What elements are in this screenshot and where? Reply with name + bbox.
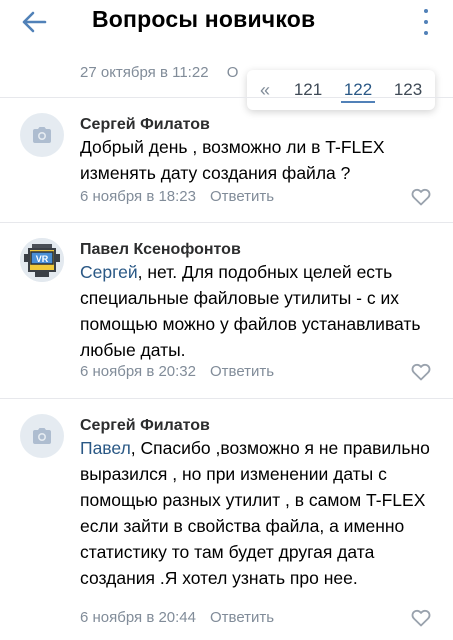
reply-button[interactable]: Ответить	[210, 363, 274, 380]
more-dot-icon	[424, 31, 428, 35]
camera-icon	[33, 127, 51, 143]
comment-text: Добрый день , возможно ли в T-FLEX измен…	[80, 134, 440, 186]
comment-item: Сергей Филатов Добрый день , возможно ли…	[0, 98, 453, 222]
comment-body: Добрый день , возможно ли в T-FLEX измен…	[80, 137, 385, 183]
back-button[interactable]	[18, 8, 50, 36]
comment-date: 27 октября в 11:22	[80, 64, 209, 81]
comment-item: VR Павел Ксенофонтов Сергей, нет. Для по…	[0, 223, 453, 398]
page-title: Вопросы новичков	[92, 6, 316, 32]
heart-icon[interactable]	[411, 609, 431, 627]
comment-author[interactable]: Сергей Филатов	[80, 116, 210, 134]
reply-button[interactable]: Ответить	[210, 188, 274, 205]
comment-meta: 6 ноября в 20:32 Ответить	[80, 363, 274, 380]
top-bar: Вопросы новичков	[0, 0, 453, 44]
comment-item: Сергей Филатов Павел, Спасибо ,возможно …	[0, 399, 453, 640]
camera-icon	[33, 428, 51, 444]
more-dot-icon	[424, 9, 428, 13]
reply-button[interactable]: Ответить	[210, 609, 274, 626]
avatar[interactable]: VR	[20, 238, 64, 282]
reply-button[interactable]: О	[227, 64, 239, 81]
comment-date: 6 ноября в 20:32	[80, 363, 196, 380]
comment-body: , Спасибо ,возможно я не правильно выраз…	[80, 438, 430, 588]
comment-author[interactable]: Сергей Филатов	[80, 417, 210, 435]
more-dot-icon	[424, 20, 428, 24]
comment-author[interactable]: Павел Ксенофонтов	[80, 241, 241, 259]
heart-icon[interactable]	[411, 363, 431, 381]
vr-robot-avatar-icon: VR	[20, 238, 64, 282]
mention-link[interactable]: Павел	[80, 438, 131, 458]
more-menu-button[interactable]	[421, 9, 431, 35]
heart-icon[interactable]	[411, 188, 431, 206]
avatar[interactable]	[20, 113, 64, 157]
arrow-left-icon	[22, 11, 47, 33]
comment-meta: 6 ноября в 18:23 Ответить	[80, 188, 274, 205]
comment-meta: 6 ноября в 20:44 Ответить	[80, 609, 274, 626]
comment-meta: 27 октября в 11:22 О	[80, 64, 238, 81]
comment-date: 6 ноября в 18:23	[80, 188, 196, 205]
avatar[interactable]	[20, 414, 64, 458]
comment-text: Сергей, нет. Для подобных целей есть спе…	[80, 259, 440, 363]
avatar-label: VR	[36, 254, 49, 264]
comment-text: Павел, Спасибо ,возможно я не правильно …	[80, 435, 440, 591]
comment-date: 6 ноября в 20:44	[80, 609, 196, 626]
mention-link[interactable]: Сергей	[80, 262, 138, 282]
